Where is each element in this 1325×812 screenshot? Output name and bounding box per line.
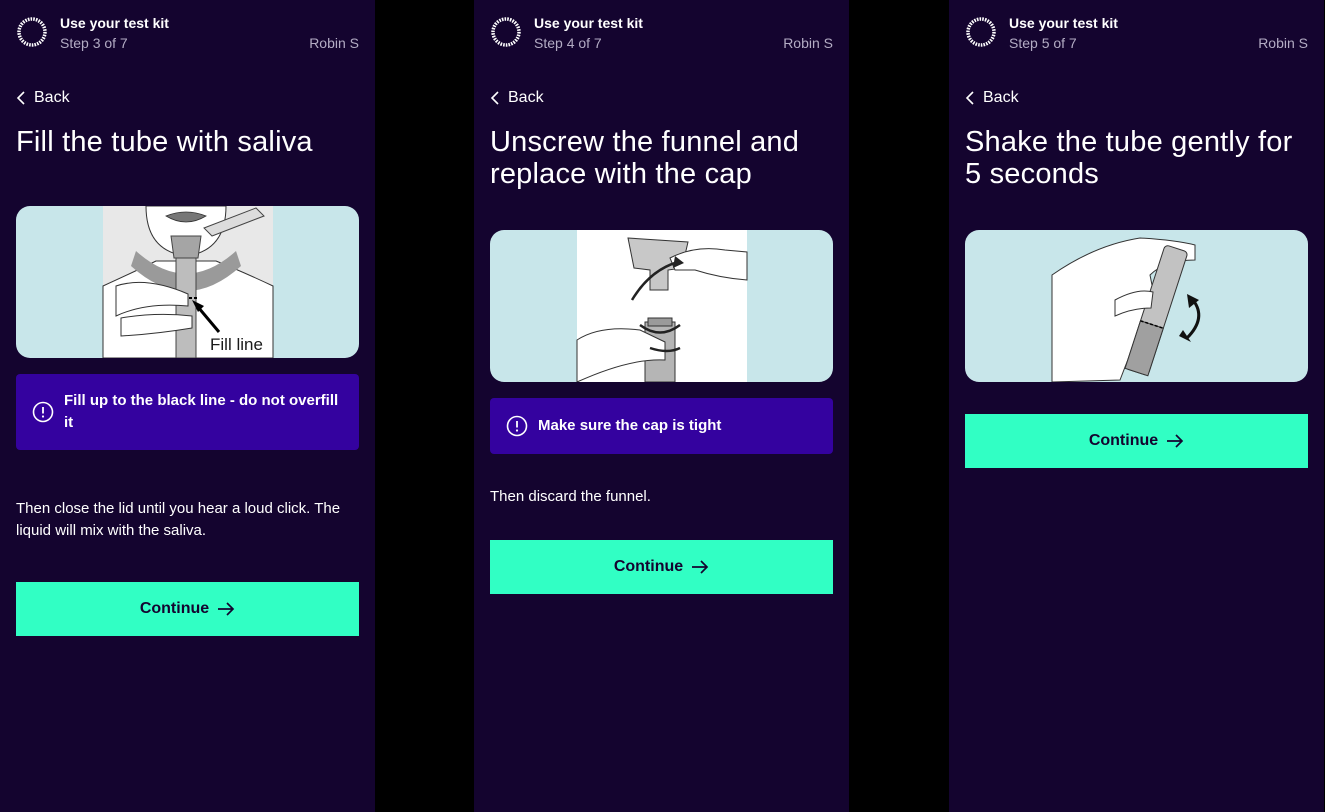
header: Use your test kit Step 5 of 7 Robin S: [965, 14, 1308, 54]
continue-label: Continue: [139, 600, 210, 617]
continue-button[interactable]: Continue: [16, 582, 359, 636]
exclamation-circle-icon: [32, 401, 54, 423]
page-title: Unscrew the funnel and replace with the …: [490, 126, 800, 190]
progress-spinner-icon: [966, 17, 996, 47]
arrow-right-icon: [218, 602, 235, 616]
alert-text: Make sure the cap is tight: [538, 417, 722, 434]
screen-step-3: Use your test kit Step 3 of 7 Robin S Ba…: [0, 0, 375, 812]
fill-line-label: Fill line: [210, 335, 263, 354]
header: Use your test kit Step 4 of 7 Robin S: [490, 14, 833, 54]
alert-text: Fill up to the black line - do not overf…: [64, 392, 339, 431]
continue-label: Continue: [1088, 432, 1159, 449]
body-text: Then discard the funnel.: [490, 488, 651, 505]
progress-spinner-icon: [17, 17, 47, 47]
arrow-right-icon: [1167, 434, 1184, 448]
illustration-fill-tube: Fill line: [16, 206, 359, 358]
step-indicator: Step 5 of 7: [1009, 35, 1077, 51]
header-title: Use your test kit: [534, 15, 643, 31]
illustration-unscrew-funnel: [490, 230, 833, 382]
back-label: Back: [508, 89, 544, 106]
back-label: Back: [983, 89, 1019, 106]
illustration-shake-tube: [965, 230, 1308, 382]
step-indicator: Step 3 of 7: [60, 35, 128, 51]
back-label: Back: [34, 89, 70, 106]
screen-step-5: Use your test kit Step 5 of 7 Robin S Ba…: [949, 0, 1324, 812]
header-title: Use your test kit: [1009, 15, 1118, 31]
header: Use your test kit Step 3 of 7 Robin S: [16, 14, 359, 54]
alert-banner: Fill up to the black line - do not overf…: [16, 374, 359, 450]
screen-step-4: Use your test kit Step 4 of 7 Robin S Ba…: [474, 0, 849, 812]
alert-banner: Make sure the cap is tight: [490, 398, 833, 454]
continue-button[interactable]: Continue: [490, 540, 833, 594]
user-name: Robin S: [309, 35, 359, 51]
step-indicator: Step 4 of 7: [534, 35, 602, 51]
back-button[interactable]: Back: [490, 89, 544, 107]
body-text: Then close the lid until you hear a loud…: [16, 500, 341, 539]
user-name: Robin S: [1258, 35, 1308, 51]
exclamation-circle-icon: [506, 415, 528, 437]
back-button[interactable]: Back: [16, 89, 70, 107]
chevron-left-icon: [490, 91, 499, 105]
continue-label: Continue: [613, 558, 684, 575]
chevron-left-icon: [965, 91, 974, 105]
page-title: Shake the tube gently for 5 seconds: [965, 126, 1293, 190]
user-name: Robin S: [783, 35, 833, 51]
arrow-right-icon: [692, 560, 709, 574]
chevron-left-icon: [16, 91, 25, 105]
progress-spinner-icon: [491, 17, 521, 47]
page-title: Fill the tube with saliva: [16, 126, 313, 158]
continue-button[interactable]: Continue: [965, 414, 1308, 468]
back-button[interactable]: Back: [965, 89, 1019, 107]
header-title: Use your test kit: [60, 15, 169, 31]
